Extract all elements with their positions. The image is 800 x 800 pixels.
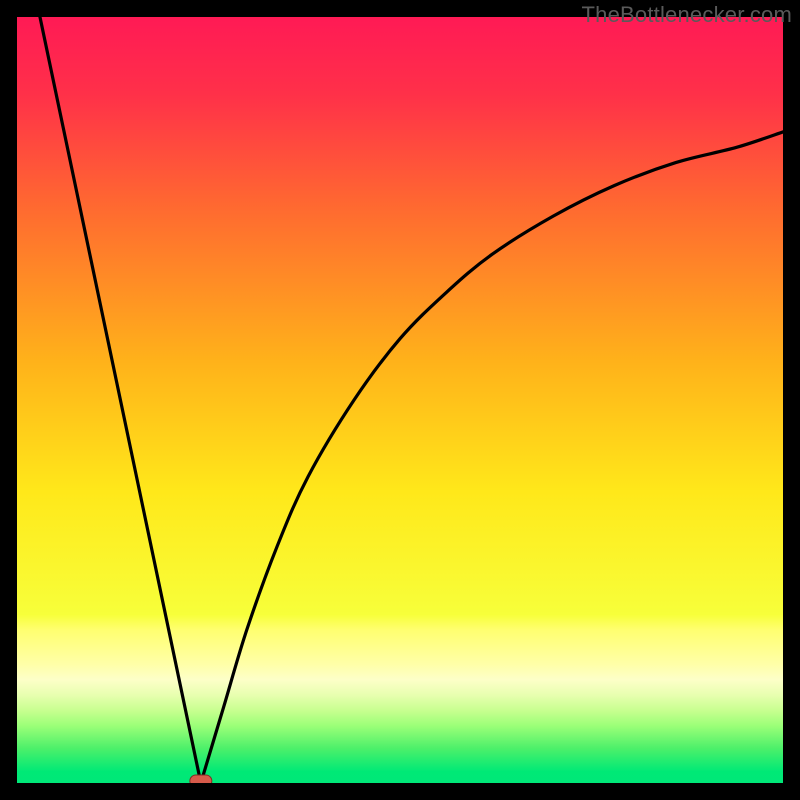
attribution-text: TheBottlenecker.com [582, 2, 792, 28]
optimum-marker [190, 775, 212, 783]
chart-frame [17, 17, 783, 783]
chart-svg [17, 17, 783, 783]
gradient-background [17, 17, 783, 783]
